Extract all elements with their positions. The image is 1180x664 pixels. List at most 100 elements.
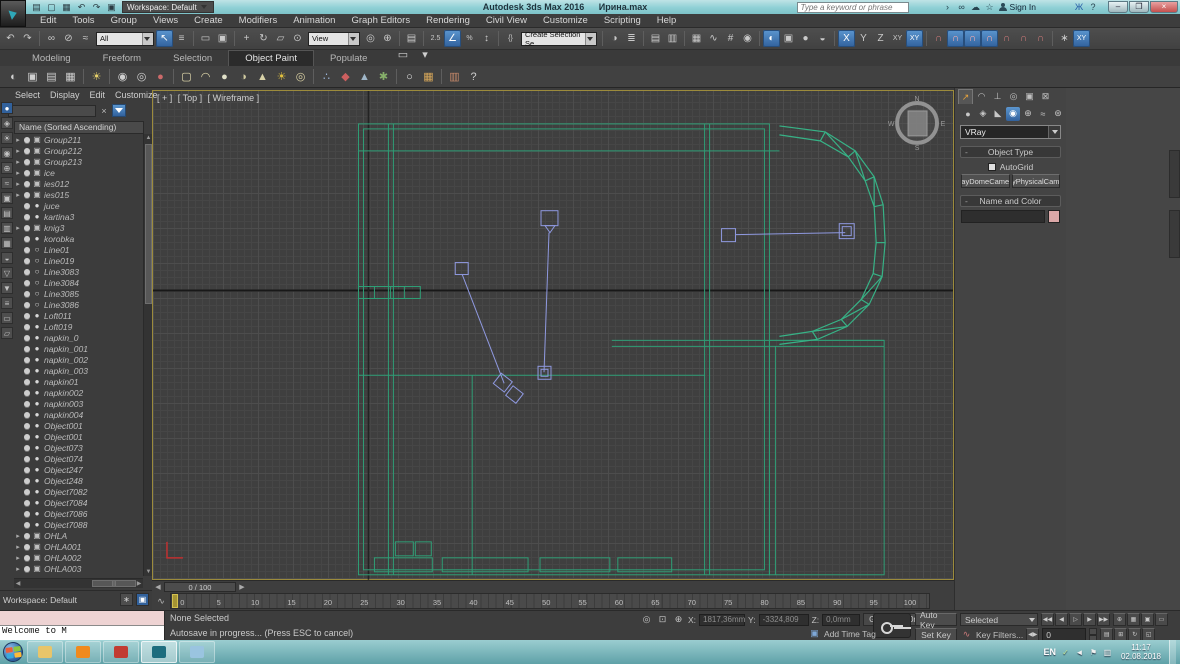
material-editor-icon[interactable]: ◉ bbox=[739, 30, 756, 47]
display-xrefs-icon[interactable]: ▤ bbox=[1, 207, 13, 219]
scene-object-row[interactable]: ●Object247 bbox=[14, 464, 138, 475]
transform-gizmo-icon[interactable]: ⊕ bbox=[672, 613, 685, 626]
percent-snap-toggle-icon[interactable]: % bbox=[461, 30, 478, 47]
visibility-bulb-icon[interactable] bbox=[24, 456, 30, 462]
visibility-bulb-icon[interactable] bbox=[24, 555, 30, 561]
z-coordinate-field[interactable]: 0,0mm bbox=[822, 614, 860, 626]
visibility-bulb-icon[interactable] bbox=[24, 368, 30, 374]
select-by-name-icon[interactable]: ≡ bbox=[173, 30, 190, 47]
select-and-move-icon[interactable]: + bbox=[238, 30, 255, 47]
angle-snap-toggle-icon[interactable]: ∠ bbox=[444, 30, 461, 47]
scene-object-row[interactable]: ●Object7086 bbox=[14, 508, 138, 519]
scene-object-row[interactable]: ▸▣OHLA002 bbox=[14, 552, 138, 563]
window-crossing-toggle-icon[interactable]: ▣ bbox=[214, 30, 231, 47]
scene-object-row[interactable]: ●napkin_002 bbox=[14, 354, 138, 365]
paint-tripod-icon[interactable]: ▲ bbox=[355, 67, 374, 86]
grid-settings-icon[interactable]: ▦ bbox=[61, 67, 80, 86]
isolate-selection-toggle-icon[interactable]: ◎ bbox=[640, 613, 653, 626]
scroll-left-icon[interactable]: ◀ bbox=[14, 580, 22, 588]
visibility-bulb-icon[interactable] bbox=[24, 269, 30, 275]
clipboard-icon[interactable]: ▥ bbox=[445, 67, 464, 86]
paint-teapot-icon[interactable]: ◑ bbox=[234, 67, 253, 86]
max-application-button[interactable] bbox=[0, 0, 26, 27]
scene-object-row[interactable]: ●Object001 bbox=[14, 431, 138, 442]
visibility-bulb-icon[interactable] bbox=[24, 247, 30, 253]
display-lights-icon[interactable]: ☀ bbox=[1, 132, 13, 144]
show-desktop-button[interactable] bbox=[1169, 640, 1176, 664]
scene-object-row[interactable]: ●Object7082 bbox=[14, 486, 138, 497]
scene-object-row[interactable]: ●kartina3 bbox=[14, 211, 138, 222]
toggle-scene-explorer-icon[interactable]: ▤ bbox=[647, 30, 664, 47]
object-type-header[interactable]: - Object Type bbox=[960, 146, 1061, 158]
scene-object-row[interactable]: ▸▣knig3 bbox=[14, 222, 138, 233]
snap-endpoint-icon[interactable]: ∩ bbox=[1032, 30, 1049, 47]
key-filters-button[interactable]: Key Filters... bbox=[976, 630, 1023, 640]
visibility-bulb-icon[interactable] bbox=[24, 412, 30, 418]
workspace-bar-label[interactable]: Workspace: Default bbox=[3, 595, 117, 605]
visibility-bulb-icon[interactable] bbox=[24, 401, 30, 407]
snap-pivot-icon[interactable]: ∩ bbox=[947, 30, 964, 47]
scene-object-row[interactable]: ●Object248 bbox=[14, 475, 138, 486]
advanced-filter-icon[interactable]: ≡ bbox=[1, 297, 13, 309]
visibility-bulb-icon[interactable] bbox=[24, 533, 30, 539]
docked-tab[interactable] bbox=[1169, 150, 1180, 198]
scene-object-row[interactable]: ●juce bbox=[14, 200, 138, 211]
scene-object-row[interactable]: ○Line01 bbox=[14, 244, 138, 255]
visibility-bulb-icon[interactable] bbox=[24, 511, 30, 517]
set-keys-button[interactable] bbox=[873, 613, 911, 638]
visibility-bulb-icon[interactable] bbox=[24, 335, 30, 341]
named-sets-value-dropdown[interactable]: Create Selection Se bbox=[521, 32, 597, 46]
visibility-bulb-icon[interactable] bbox=[24, 324, 30, 330]
rectangular-selection-region-icon[interactable]: ▭ bbox=[197, 30, 214, 47]
utilities-tab-icon[interactable]: ⊠ bbox=[1038, 89, 1053, 104]
visibility-bulb-icon[interactable] bbox=[24, 566, 30, 572]
visibility-bulb-icon[interactable] bbox=[24, 280, 30, 286]
display-spacewarps-icon[interactable]: ≈ bbox=[1, 177, 13, 189]
save-file-icon[interactable]: ▦ bbox=[60, 2, 73, 13]
minimize-button[interactable]: – bbox=[1108, 1, 1128, 13]
use-pivot-point-center-icon[interactable]: ◎ bbox=[362, 30, 379, 47]
hscrollbar-thumb[interactable]: ||| bbox=[92, 580, 136, 587]
rendered-frame-window-icon[interactable]: ▣ bbox=[780, 30, 797, 47]
shapes-category-icon[interactable]: ◈ bbox=[976, 107, 990, 121]
viewport-top[interactable]: [ + ] [ Top ] [ Wireframe ] bbox=[152, 90, 954, 580]
scene-object-row[interactable]: ▸▣Group213 bbox=[14, 156, 138, 167]
snap-edge-icon[interactable]: ∩ bbox=[981, 30, 998, 47]
scene-object-row[interactable]: ▸▣OHLA bbox=[14, 530, 138, 541]
key-mode-dropdown[interactable]: Selected bbox=[960, 613, 1038, 626]
geometry-category-icon[interactable]: ● bbox=[961, 107, 975, 121]
camera-dome-icon[interactable]: ◎ bbox=[132, 67, 151, 86]
select-and-scale-icon[interactable]: ▱ bbox=[272, 30, 289, 47]
workspace-switch-icon[interactable]: ▣ bbox=[136, 593, 149, 606]
scene-object-row[interactable]: ●Loft011 bbox=[14, 310, 138, 321]
workspace-gear-icon[interactable]: ∗ bbox=[120, 593, 133, 606]
clear-search-icon[interactable]: × bbox=[99, 106, 109, 116]
scene-object-row[interactable]: ○Line3086 bbox=[14, 299, 138, 310]
viewport-compass[interactable]: N W E S bbox=[888, 96, 946, 152]
display-geometry-icon[interactable]: ● bbox=[1, 102, 13, 114]
name-color-header[interactable]: - Name and Color bbox=[960, 195, 1061, 207]
curve-editor-icon[interactable]: ∿ bbox=[705, 30, 722, 47]
timeline-ruler[interactable]: 0510152025303540455055606570758085909510… bbox=[170, 593, 930, 609]
visibility-bulb-icon[interactable] bbox=[24, 258, 30, 264]
mini-curve-editor-icon[interactable]: ∿ bbox=[152, 593, 170, 609]
bind-to-space-warp-icon[interactable]: ≈ bbox=[77, 30, 94, 47]
time-slider[interactable]: 0 / 100 bbox=[164, 582, 236, 592]
visibility-bulb-icon[interactable] bbox=[24, 522, 30, 528]
coord-value-dropdown[interactable]: View bbox=[308, 32, 360, 46]
scene-object-row[interactable]: ▸▣Group211 bbox=[14, 134, 138, 145]
ribbon-display-toggle-icon[interactable]: ▭ bbox=[393, 45, 412, 64]
expand-arrow-icon[interactable]: ▸ bbox=[14, 169, 22, 177]
select-and-rotate-icon[interactable]: ↻ bbox=[255, 30, 272, 47]
render-production-icon[interactable]: ● bbox=[797, 30, 814, 47]
previous-frame-icon[interactable]: ◀ bbox=[1055, 613, 1068, 626]
hierarchy-tab-icon[interactable]: ⊥ bbox=[990, 89, 1005, 104]
paint-grid-chip-icon[interactable]: ▦ bbox=[419, 67, 438, 86]
scene-object-row[interactable]: ●Object074 bbox=[14, 453, 138, 464]
visibility-bulb-icon[interactable] bbox=[24, 192, 30, 198]
menu-rendering[interactable]: Rendering bbox=[418, 15, 478, 26]
undo-icon[interactable]: ↶ bbox=[2, 30, 19, 47]
scene-object-row[interactable]: ●napkin01 bbox=[14, 376, 138, 387]
a360-icon[interactable]: Ж bbox=[1073, 2, 1085, 12]
expand-arrow-icon[interactable]: ▸ bbox=[14, 224, 22, 232]
